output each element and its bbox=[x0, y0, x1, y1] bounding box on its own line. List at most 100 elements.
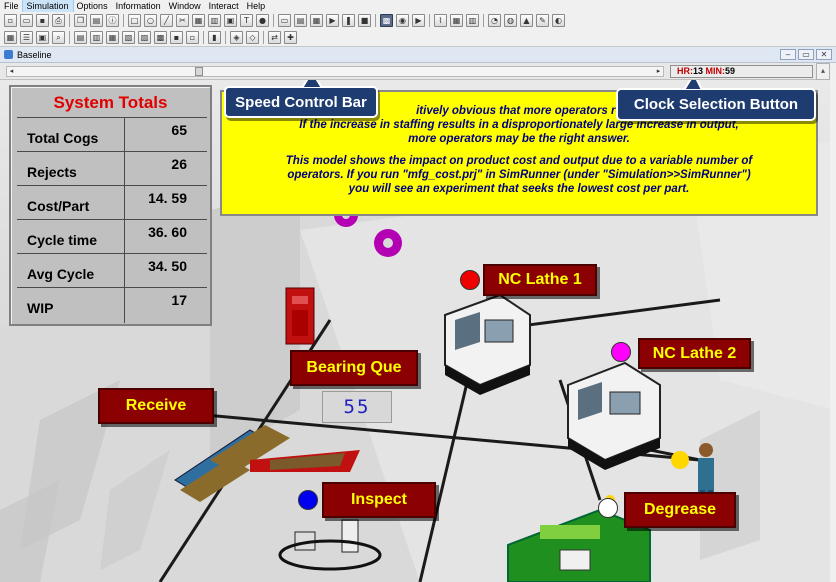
pin-icon[interactable]: ✚ bbox=[284, 31, 297, 44]
list-icon[interactable]: ☰ bbox=[20, 31, 33, 44]
new-icon[interactable]: ▫ bbox=[4, 14, 17, 27]
totals-row-value: 17 bbox=[171, 292, 187, 308]
about-icon[interactable]: ● bbox=[256, 14, 269, 27]
speed-left-arrow-icon[interactable]: ◂ bbox=[7, 67, 16, 76]
tile-icon[interactable]: ▤ bbox=[294, 14, 307, 27]
maximize-button[interactable]: ▭ bbox=[798, 49, 814, 60]
pause-icon[interactable]: ❚ bbox=[342, 14, 355, 27]
display-icon[interactable]: ▩ bbox=[380, 14, 393, 27]
align-4-icon[interactable]: ▧ bbox=[122, 31, 135, 44]
cut-icon[interactable]: ✂ bbox=[176, 14, 189, 27]
view-icon[interactable]: ▣ bbox=[36, 31, 49, 44]
menu-options[interactable]: Options bbox=[73, 0, 112, 12]
group-icon[interactable]: ◈ bbox=[230, 31, 243, 44]
speed-slider-thumb[interactable] bbox=[195, 67, 203, 76]
graphics-icon[interactable]: ▣ bbox=[224, 14, 237, 27]
speed-right-arrow-icon[interactable]: ▸ bbox=[654, 67, 663, 76]
clock-min-value: 59 bbox=[725, 66, 736, 76]
window-icon[interactable]: ▭ bbox=[278, 14, 291, 27]
grid-icon[interactable]: ▦ bbox=[4, 31, 17, 44]
inspect-label[interactable]: Inspect bbox=[322, 482, 436, 518]
stop-icon[interactable]: ■ bbox=[358, 14, 371, 27]
receive-label[interactable]: Receive bbox=[98, 388, 214, 424]
window-title: Baseline bbox=[17, 49, 52, 60]
run-icon[interactable]: ▶ bbox=[326, 14, 339, 27]
menu-help[interactable]: Help bbox=[243, 0, 270, 12]
totals-row-value: 34. 50 bbox=[148, 258, 187, 274]
degrease-status-icon bbox=[598, 498, 618, 518]
speed-slider[interactable]: ◂ ▸ bbox=[6, 66, 664, 77]
minimize-button[interactable]: ‒ bbox=[780, 49, 796, 60]
info-icon[interactable]: ⓘ bbox=[106, 14, 119, 27]
align-2-icon[interactable]: ▥ bbox=[90, 31, 103, 44]
tools-icon[interactable]: ✎ bbox=[536, 14, 549, 27]
ungroup-icon[interactable]: ◇ bbox=[246, 31, 259, 44]
dashboard-icon[interactable]: ◐ bbox=[552, 14, 565, 27]
screen-icon[interactable]: ▶ bbox=[412, 14, 425, 27]
totals-row: Cost/Part 14. 59 bbox=[17, 185, 207, 216]
statistics-icon[interactable]: ▥ bbox=[466, 14, 479, 27]
menu-window[interactable]: Window bbox=[165, 0, 205, 12]
align-7-icon[interactable]: ▪ bbox=[170, 31, 183, 44]
align-1-icon[interactable]: ▤ bbox=[74, 31, 87, 44]
circle-icon[interactable]: ○ bbox=[144, 14, 157, 27]
animation-icon[interactable]: ◉ bbox=[396, 14, 409, 27]
main-toolbar: ▫ ▭ ▪ ⎙ ❐ ▤ ⓘ □ ○ ╱ ✂ ▦ ▥ ▣ T ● ▭ ▤ ▦ ▶ ❚ ■ ▩ ◉ ▶ ⌇ ▦ ▥ ◔ ◍ ▲ ✎ ◐ bbox=[0, 12, 836, 29]
system-totals-panel: System Totals Total Cogs 65 Rejects 26 Cost/… bbox=[9, 85, 212, 326]
totals-row-label: Cost/Part bbox=[27, 198, 90, 214]
note-line-6: you will see an experiment that seeks th… bbox=[348, 183, 690, 195]
align-3-icon[interactable]: ▦ bbox=[106, 31, 119, 44]
toolbar-separator bbox=[203, 31, 204, 44]
clock-selection-callout: Clock Selection Button bbox=[616, 88, 816, 121]
menu-interact[interactable]: Interact bbox=[205, 0, 243, 12]
degrease-label[interactable]: Degrease bbox=[624, 492, 736, 528]
print-icon[interactable]: ⎙ bbox=[52, 14, 65, 27]
toolbar-separator bbox=[225, 31, 226, 44]
rectangle-icon[interactable]: □ bbox=[128, 14, 141, 27]
paste-icon[interactable]: ▤ bbox=[90, 14, 103, 27]
triangle-icon[interactable]: ▲ bbox=[520, 14, 533, 27]
open-icon[interactable]: ▭ bbox=[20, 14, 33, 27]
output-icon[interactable]: ▦ bbox=[450, 14, 463, 27]
inspect-status-icon bbox=[298, 490, 318, 510]
clock-selection-button[interactable]: HR:13 MIN:59 bbox=[670, 65, 813, 78]
chart-icon[interactable]: ⌇ bbox=[434, 14, 447, 27]
toolbar-separator bbox=[69, 31, 70, 44]
save-icon[interactable]: ▪ bbox=[36, 14, 49, 27]
route-icon[interactable]: ⇄ bbox=[268, 31, 281, 44]
menu-information[interactable]: Information bbox=[112, 0, 165, 12]
resource-icon[interactable]: ◔ bbox=[488, 14, 501, 27]
menu-file[interactable]: File bbox=[0, 0, 23, 12]
clock-min-label: MIN: bbox=[705, 66, 726, 76]
close-button[interactable]: ✕ bbox=[816, 49, 832, 60]
entities-icon[interactable]: ▥ bbox=[208, 14, 221, 27]
nc-lathe-2-label[interactable]: NC Lathe 2 bbox=[638, 338, 751, 369]
toolbar-separator bbox=[273, 14, 274, 27]
line-icon[interactable]: ╱ bbox=[160, 14, 173, 27]
bearing-que-counter: 55 bbox=[322, 391, 392, 423]
totals-row-value: 26 bbox=[171, 156, 187, 172]
zoom-icon[interactable]: ⌕ bbox=[52, 31, 65, 44]
align-5-icon[interactable]: ▨ bbox=[138, 31, 151, 44]
cascade-icon[interactable]: ▦ bbox=[310, 14, 323, 27]
nc-lathe-1-status-icon bbox=[460, 270, 480, 290]
speed-callout-pointer-icon bbox=[300, 80, 324, 88]
copy-icon[interactable]: ❐ bbox=[74, 14, 87, 27]
align-6-icon[interactable]: ▩ bbox=[154, 31, 167, 44]
menu-simulation[interactable]: Simulation bbox=[21, 0, 74, 13]
scroll-up-arrow-icon[interactable]: ▴ bbox=[816, 63, 830, 80]
totals-row-value: 65 bbox=[171, 122, 187, 138]
vertical-scrollbar[interactable] bbox=[830, 63, 836, 582]
align-8-icon[interactable]: ▫ bbox=[186, 31, 199, 44]
locations-icon[interactable]: ▦ bbox=[192, 14, 205, 27]
toolbar-separator bbox=[429, 14, 430, 27]
cabinet-graphic bbox=[285, 287, 315, 345]
totals-row: Cycle time 36. 60 bbox=[17, 219, 207, 250]
nc-lathe-1-label[interactable]: NC Lathe 1 bbox=[483, 264, 597, 296]
globe-icon[interactable]: ◍ bbox=[504, 14, 517, 27]
lock-icon[interactable]: ▮ bbox=[208, 31, 221, 44]
window-icon bbox=[4, 50, 13, 59]
totals-row-value: 14. 59 bbox=[148, 190, 187, 206]
bearing-que-label[interactable]: Bearing Que bbox=[290, 350, 418, 386]
text-icon[interactable]: T bbox=[240, 14, 253, 27]
